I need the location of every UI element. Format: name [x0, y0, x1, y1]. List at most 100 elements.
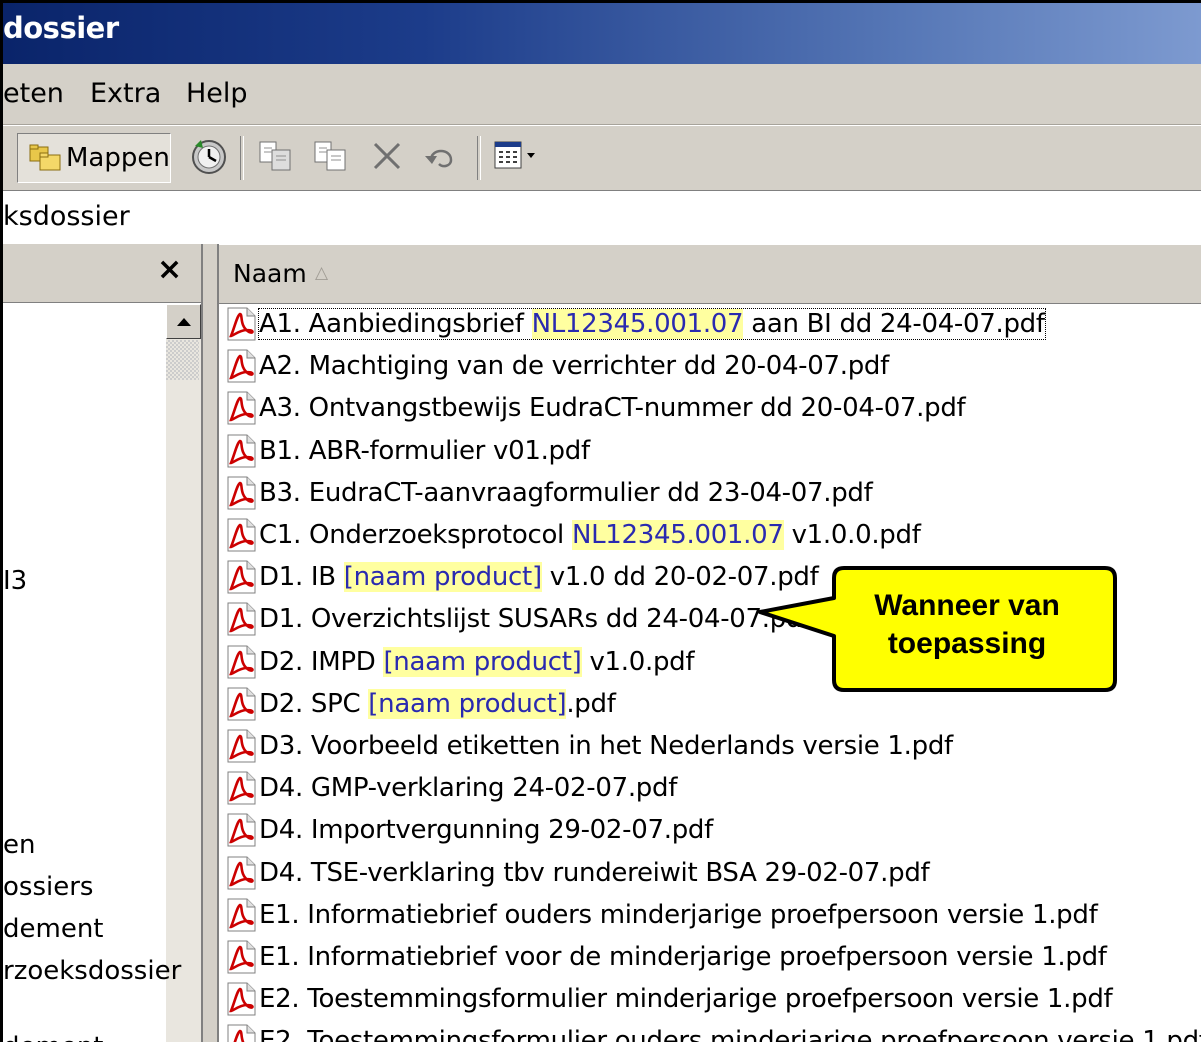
file-name-text: D2. IMPD: [259, 646, 384, 677]
move-to-button[interactable]: [256, 136, 296, 176]
file-row[interactable]: D2. IMPD [naam product] v1.0.pdf: [225, 642, 695, 682]
chevron-up-icon: [176, 317, 191, 326]
menu-item-help[interactable]: Help: [186, 78, 248, 109]
address-value: ksdossier: [3, 201, 130, 232]
column-header-label: Naam: [233, 259, 307, 288]
file-name-text: D2. SPC: [259, 688, 369, 719]
file-name-text: D1. Overzichtslijst SUSARs dd 24-04-07.p…: [259, 604, 811, 635]
file-row[interactable]: A3. Ontvangstbewijs EudraCT-nummer dd 20…: [225, 388, 966, 428]
file-name-text: E2. Toestemmingsformulier ouders minderj…: [259, 1026, 1201, 1042]
file-name: D1. Overzichtslijst SUSARs dd 24-04-07.p…: [259, 604, 811, 634]
undo-button[interactable]: [421, 136, 461, 176]
pdf-file-icon: [225, 939, 257, 975]
pdf-file-icon: [225, 517, 257, 553]
file-name: A3. Ontvangstbewijs EudraCT-nummer dd 20…: [259, 393, 966, 423]
file-name: E2. Toestemmingsformulier ouders minderj…: [259, 1026, 1201, 1042]
file-row[interactable]: B3. EudraCT-aanvraagformulier dd 23-04-0…: [225, 473, 873, 513]
views-icon: [494, 141, 522, 169]
file-name: B3. EudraCT-aanvraagformulier dd 23-04-0…: [259, 477, 873, 508]
tree-item[interactable]: ossiers: [3, 872, 93, 902]
pdf-file-icon: [225, 306, 257, 342]
chevron-down-icon: [527, 153, 535, 158]
close-icon[interactable]: ×: [157, 252, 182, 287]
title-bar[interactable]: dossier: [3, 3, 1201, 64]
file-row[interactable]: D4. Importvergunning 29-02-07.pdf: [225, 810, 713, 850]
callout-line-2: toepassing: [887, 627, 1047, 660]
file-row[interactable]: E1. Informatiebrief ouders minderjarige …: [225, 895, 1098, 935]
pdf-file-icon: [225, 770, 257, 806]
pdf-file-icon: [225, 855, 257, 891]
file-name-text: D4. GMP-verklaring 24-02-07.pdf: [259, 773, 678, 804]
file-row[interactable]: D3. Voorbeeld etiketten in het Nederland…: [225, 726, 953, 766]
tree-item[interactable]: dement: [3, 914, 104, 944]
pdf-file-icon: [225, 644, 257, 680]
copy-to-icon: [314, 141, 346, 171]
file-name-text: E1. Informatiebrief ouders minderjarige …: [259, 899, 1098, 930]
file-name: D4. GMP-verklaring 24-02-07.pdf: [259, 773, 677, 803]
file-row[interactable]: D4. TSE-verklaring tbv rundereiwit BSA 2…: [225, 853, 930, 893]
pdf-file-icon: [225, 812, 257, 848]
file-name-text: v1.0 dd 20-02-07.pdf: [541, 562, 819, 593]
menu-bar: eten Extra Help: [3, 64, 1201, 125]
toolbar-separator: [240, 136, 244, 180]
menu-item-bewerken[interactable]: eten: [3, 78, 64, 109]
file-row[interactable]: D1. Overzichtslijst SUSARs dd 24-04-07.p…: [225, 599, 811, 639]
pdf-file-icon: [225, 433, 257, 469]
history-button[interactable]: [189, 136, 229, 176]
copy-to-button[interactable]: [311, 136, 351, 176]
column-header-name[interactable]: Naam △: [219, 244, 1201, 304]
file-row[interactable]: A2. Machtiging van de verrichter dd 20-0…: [225, 346, 889, 386]
pdf-file-icon: [225, 686, 257, 722]
file-row[interactable]: D2. SPC [naam product].pdf: [225, 684, 616, 724]
file-row[interactable]: B1. ABR-formulier v01.pdf: [225, 431, 590, 471]
highlighted-placeholder: [naam product]: [343, 562, 542, 593]
pdf-file-icon: [225, 601, 257, 637]
views-button[interactable]: [493, 138, 537, 172]
file-name-text: v1.0.0.pdf: [783, 520, 921, 550]
file-name-text: B1. ABR-formulier v01.pdf: [259, 435, 590, 466]
file-name-text: A2. Machtiging van de verrichter dd 20-0…: [259, 351, 889, 382]
tree-item[interactable]: I3: [3, 566, 27, 596]
undo-icon: [425, 149, 453, 168]
folders-button[interactable]: Mappen: [17, 133, 171, 183]
file-row[interactable]: E2. Toestemmingsformulier minderjarige p…: [225, 979, 1113, 1019]
file-name-text: D4. Importvergunning 29-02-07.pdf: [259, 815, 713, 846]
callout-text: Wanneer van toepassing: [841, 587, 1093, 663]
delete-icon: [373, 142, 401, 170]
file-row[interactable]: E2. Toestemmingsformulier ouders minderj…: [225, 1021, 1201, 1042]
pane-splitter[interactable]: [203, 244, 217, 1042]
file-name-text: aan BI dd 24-04-07.pdf: [743, 309, 1045, 339]
file-name: E1. Informatiebrief ouders minderjarige …: [259, 899, 1098, 930]
file-row[interactable]: D4. GMP-verklaring 24-02-07.pdf: [225, 768, 677, 808]
pdf-file-icon: [225, 559, 257, 595]
file-name-text: E1. Informatiebrief voor de minderjarige…: [259, 942, 1107, 972]
delete-button[interactable]: [367, 136, 407, 176]
file-name: C1. Onderzoeksprotocol NL12345.001.07 v1…: [259, 520, 921, 550]
file-row[interactable]: D1. IB [naam product] v1.0 dd 20-02-07.p…: [225, 557, 819, 597]
toolbar-separator: [477, 136, 481, 180]
menu-item-extra[interactable]: Extra: [90, 78, 161, 109]
pdf-file-icon: [225, 981, 257, 1017]
highlighted-placeholder: [naam product]: [383, 646, 582, 677]
file-name-text: D4. TSE-verklaring tbv rundereiwit BSA 2…: [259, 857, 930, 888]
file-name-text: B3. EudraCT-aanvraagformulier dd 23-04-0…: [259, 477, 873, 508]
file-name: D4. Importvergunning 29-02-07.pdf: [259, 815, 713, 845]
file-row[interactable]: E1. Informatiebrief voor de minderjarige…: [225, 937, 1107, 977]
pdf-file-icon: [225, 1023, 257, 1042]
pdf-file-icon: [225, 390, 257, 426]
file-name: B1. ABR-formulier v01.pdf: [259, 436, 590, 466]
file-name-text: D3. Voorbeeld etiketten in het Nederland…: [259, 731, 953, 761]
file-name: D3. Voorbeeld etiketten in het Nederland…: [259, 731, 953, 761]
tree-item[interactable]: rzoeksdossier: [3, 956, 181, 986]
callout-line-1: Wanneer van: [874, 589, 1060, 622]
scroll-thumb[interactable]: [166, 340, 199, 380]
scroll-up-button[interactable]: [166, 304, 201, 339]
explorer-window: dossier eten Extra Help Mappen ksdossier…: [3, 3, 1201, 1042]
tree-item[interactable]: en: [3, 830, 35, 860]
folder-pane-scrollbar[interactable]: [166, 304, 201, 1042]
address-bar[interactable]: ksdossier: [3, 190, 1201, 246]
file-row[interactable]: C1. Onderzoeksprotocol NL12345.001.07 v1…: [225, 515, 921, 555]
file-row[interactable]: A1. Aanbiedingsbrief NL12345.001.07 aan …: [225, 304, 1046, 344]
pdf-file-icon: [225, 475, 257, 511]
tree-item[interactable]: dement: [3, 1032, 104, 1042]
